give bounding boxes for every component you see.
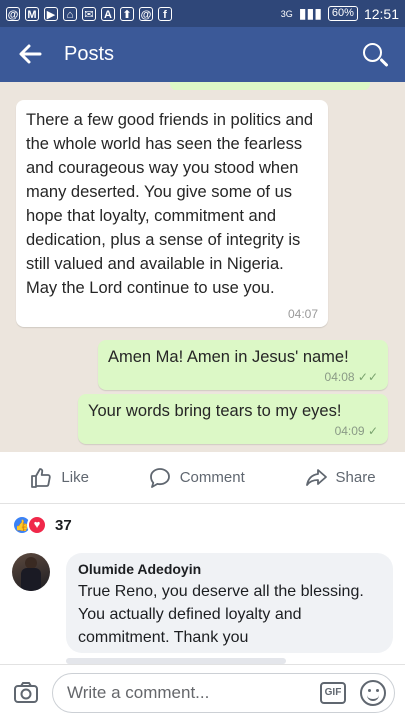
comment-text: True Reno, you deserve all the blessing.… xyxy=(78,583,364,646)
outgoing-message-bubble: Amen Ma! Amen in Jesus' name! 04:08 ✓✓ xyxy=(98,340,388,390)
post-actions-bar: Like Comment Share xyxy=(0,452,405,504)
facebook-icon: f xyxy=(158,6,172,21)
comment-composer: GIF xyxy=(0,664,405,720)
at-icon-2: @ xyxy=(139,6,153,21)
outgoing-message-text: Amen Ma! Amen in Jesus' name! xyxy=(108,348,349,366)
outgoing-message-text: Your words bring tears to my eyes! xyxy=(88,402,342,420)
like-button[interactable]: Like xyxy=(29,466,89,490)
comment-bubble[interactable]: Olumide Adedoyin True Reno, you deserve … xyxy=(66,553,393,653)
page-title: Posts xyxy=(64,43,115,65)
image-icon: ✉ xyxy=(82,6,96,21)
speech-bubble-icon xyxy=(149,467,170,488)
search-icon[interactable] xyxy=(361,41,389,69)
reaction-count: 37 xyxy=(55,516,72,534)
comment-button[interactable]: Comment xyxy=(148,466,245,490)
love-reaction-icon: ♥ xyxy=(27,515,47,535)
like-label: Like xyxy=(61,469,89,486)
comment-input-wrapper: GIF xyxy=(52,672,395,713)
battery-indicator: 60% xyxy=(327,6,358,21)
mail-icon: M xyxy=(25,6,39,21)
thumbs-up-icon xyxy=(31,467,52,488)
previous-bubble-edge xyxy=(170,82,370,90)
avatar[interactable] xyxy=(12,553,50,591)
clock: 12:51 xyxy=(363,5,399,22)
back-arrow-icon[interactable] xyxy=(16,40,46,70)
emoji-icon[interactable] xyxy=(360,679,386,706)
share-button[interactable]: Share xyxy=(304,466,376,490)
at-icon: @ xyxy=(6,6,20,21)
notification-icons: @ M ▶ ⌂ ✉ A ⬆ @ f xyxy=(6,6,172,21)
share-label: Share xyxy=(335,469,376,486)
comment-input[interactable] xyxy=(67,682,320,703)
signal-icon: ▮▮▮ xyxy=(298,5,322,21)
read-ticks-icon: ✓✓ xyxy=(357,370,378,384)
comment-label: Comment xyxy=(179,469,245,486)
shared-chat-image: There a few good friends in politics and… xyxy=(0,82,405,452)
share-arrow-icon xyxy=(305,468,327,486)
incoming-message-text: There a few good friends in politics and… xyxy=(26,111,314,297)
gif-icon[interactable]: GIF xyxy=(320,681,346,704)
home-icon: ⌂ xyxy=(63,6,77,21)
incoming-message-time: 04:07 xyxy=(287,307,318,321)
youtube-icon: ▶ xyxy=(44,6,58,21)
app-bar: Posts xyxy=(0,27,405,82)
text-icon: A xyxy=(101,6,115,21)
camera-icon[interactable] xyxy=(10,677,42,709)
comment-author[interactable]: Olumide Adedoyin xyxy=(78,561,381,577)
outgoing-message-bubble: Your words bring tears to my eyes! 04:09… xyxy=(78,394,388,444)
outgoing-message-time: 04:08 xyxy=(324,370,355,384)
incoming-message-bubble: There a few good friends in politics and… xyxy=(16,100,328,327)
outgoing-message-time: 04:09 xyxy=(334,424,365,438)
upload-icon: ⬆ xyxy=(120,6,134,21)
sent-tick-icon: ✓ xyxy=(367,424,378,438)
reactions-summary[interactable]: 👍 ♥ 37 xyxy=(12,512,72,538)
network-indicator: 3G xyxy=(280,8,293,19)
status-bar: @ M ▶ ⌂ ✉ A ⬆ @ f 3G ▮▮▮ 60% 12:51 xyxy=(0,0,405,27)
